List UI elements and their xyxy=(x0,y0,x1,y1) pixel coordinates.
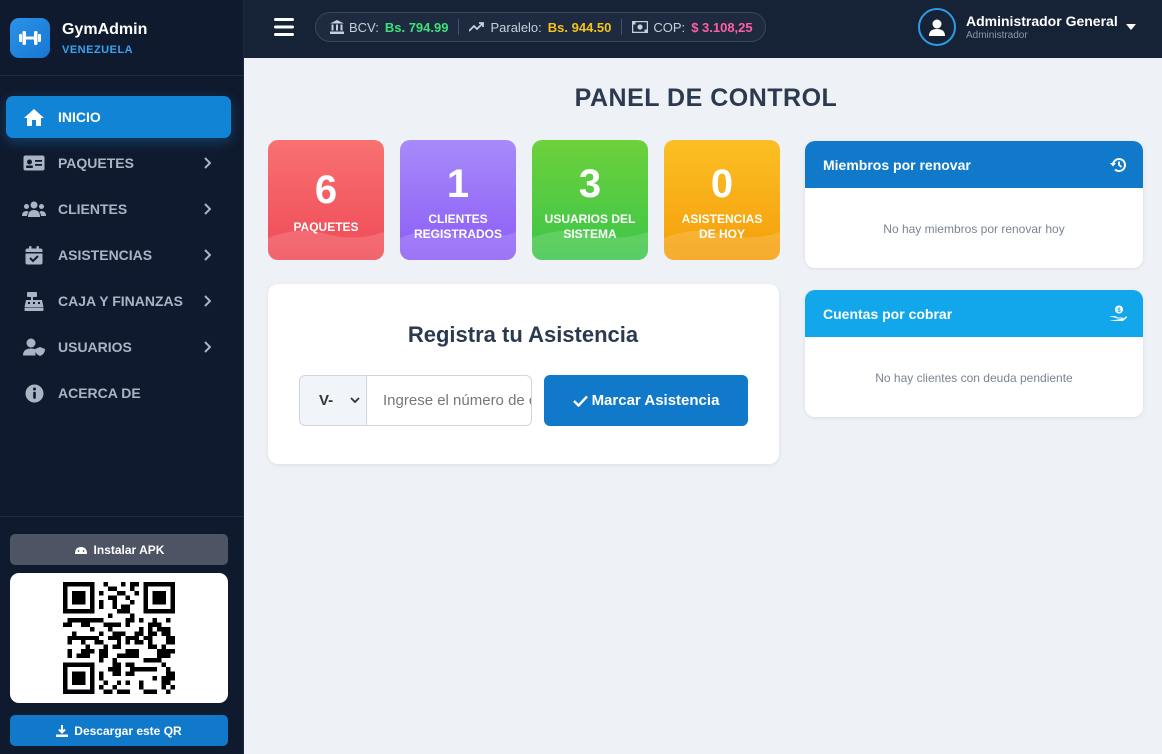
chevron-right-icon xyxy=(204,157,211,169)
trend-up-icon xyxy=(469,22,485,32)
qr-code-image xyxy=(63,582,175,694)
rate-paralelo: Paralelo: Bs. 944.50 xyxy=(469,20,611,35)
chevron-down-icon xyxy=(350,397,360,404)
sidebar-item-caja-finanzas[interactable]: CAJA Y FINANZAS xyxy=(6,280,231,322)
divider xyxy=(621,19,623,35)
calendar-check-icon xyxy=(22,245,46,265)
sidebar-item-label: INICIO xyxy=(58,109,101,125)
users-icon xyxy=(22,199,46,219)
sidebar-footer: Instalar APK Descargar este QR xyxy=(0,516,244,746)
download-icon xyxy=(56,724,69,737)
bank-icon xyxy=(330,20,344,34)
page-title: PANEL DE CONTROL xyxy=(574,84,838,112)
renew-members-panel: Miembros por renovar No hay miembros por… xyxy=(805,141,1143,268)
history-icon xyxy=(1110,157,1126,172)
rate-cop: COP: $ 3.108,25 xyxy=(632,19,753,35)
chevron-right-icon xyxy=(204,249,211,261)
user-icon xyxy=(929,19,945,36)
stat-card-clientes[interactable]: 1 CLIENTES REGISTRADOS xyxy=(400,140,516,260)
id-number-input[interactable] xyxy=(366,375,532,426)
sidebar-item-clientes[interactable]: CLIENTES xyxy=(6,188,231,230)
rate-label: Paralelo: xyxy=(490,19,542,35)
sidebar-item-label: ASISTENCIAS xyxy=(58,247,153,263)
brand[interactable]: GymAdmin VENEZUELA xyxy=(0,0,243,76)
rate-value: Bs. 794.99 xyxy=(384,19,449,35)
topbar: BCV: Bs. 794.99 Paralelo: Bs. 944.50 COP… xyxy=(244,0,1162,58)
user-role: Administrador xyxy=(966,30,1028,41)
cash-register-icon xyxy=(22,291,46,311)
sidebar-item-paquetes[interactable]: PAQUETES xyxy=(6,142,231,184)
empty-message: No hay clientes con deuda pendiente xyxy=(875,371,1073,385)
id-card-icon xyxy=(22,153,46,173)
sidebar-item-label: PAQUETES xyxy=(58,155,134,171)
chevron-right-icon xyxy=(204,295,211,307)
install-apk-label: Instalar APK xyxy=(93,542,165,557)
exchange-rates-bar: BCV: Bs. 794.99 Paralelo: Bs. 944.50 COP… xyxy=(315,12,766,42)
user-menu[interactable]: Administrador General Administrador xyxy=(918,8,1136,46)
hand-holding-dollar-icon: $ xyxy=(1109,305,1127,321)
qr-code xyxy=(10,573,228,703)
accounts-receivable-panel: Cuentas por cobrar $ No hay clientes con… xyxy=(805,290,1143,417)
mark-attendance-button[interactable]: Marcar Asistencia xyxy=(544,375,748,426)
sidebar-item-label: CAJA Y FINANZAS xyxy=(58,293,183,309)
divider xyxy=(458,19,460,35)
sidebar: GymAdmin VENEZUELA INICIO PAQUETES CLIEN… xyxy=(0,0,244,754)
panel-title: Miembros por renovar xyxy=(823,156,971,173)
stat-value: 0 xyxy=(710,162,734,206)
stat-label: PAQUETES xyxy=(293,220,359,234)
mark-attendance-label: Marcar Asistencia xyxy=(591,392,720,409)
check-icon xyxy=(572,395,588,407)
install-apk-button[interactable]: Instalar APK xyxy=(10,534,228,565)
hamburger-menu-icon[interactable] xyxy=(274,18,294,36)
home-icon xyxy=(22,107,46,127)
document-type-value: V- xyxy=(319,392,334,409)
sidebar-item-inicio[interactable]: INICIO xyxy=(6,96,231,138)
rate-bcv: BCV: Bs. 794.99 xyxy=(330,20,448,35)
info-icon xyxy=(22,383,46,403)
panel-header: Miembros por renovar xyxy=(805,141,1143,188)
stat-label: ASISTENCIAS DE HOY xyxy=(681,212,763,241)
brand-subtitle: VENEZUELA xyxy=(62,43,134,56)
sidebar-nav: INICIO PAQUETES CLIENTES ASISTENCIAS CAJ… xyxy=(0,76,243,414)
document-type-select[interactable]: V- xyxy=(299,375,367,426)
stat-card-usuarios[interactable]: 3 USUARIOS DEL SISTEMA xyxy=(532,140,648,260)
rate-label: BCV: xyxy=(349,19,379,35)
sidebar-item-asistencias[interactable]: ASISTENCIAS xyxy=(6,234,231,276)
stat-label: CLIENTES REGISTRADOS xyxy=(413,212,502,241)
empty-message: No hay miembros por renovar hoy xyxy=(883,222,1065,236)
android-icon xyxy=(74,547,87,554)
stat-value: 6 xyxy=(314,168,338,212)
stat-label: USUARIOS DEL SISTEMA xyxy=(544,212,636,241)
download-qr-button[interactable]: Descargar este QR xyxy=(10,715,228,746)
money-bill-icon xyxy=(632,21,649,33)
attendance-card: Registra tu Asistencia V- Marcar Asisten… xyxy=(268,284,779,464)
dumbbell-icon xyxy=(10,17,50,58)
panel-header: Cuentas por cobrar $ xyxy=(805,290,1143,337)
stat-value: 1 xyxy=(446,162,470,206)
rate-value: Bs. 944.50 xyxy=(547,19,612,35)
stat-value: 3 xyxy=(578,162,602,206)
user-name: Administrador General xyxy=(966,13,1118,29)
stat-card-asistencias[interactable]: 0 ASISTENCIAS DE HOY xyxy=(664,140,780,260)
chevron-right-icon xyxy=(204,341,211,353)
download-qr-label: Descargar este QR xyxy=(74,723,182,738)
sidebar-item-label: USUARIOS xyxy=(58,339,132,355)
panel-title: Cuentas por cobrar xyxy=(823,305,953,322)
sidebar-item-acerca-de[interactable]: ACERCA DE xyxy=(6,372,231,414)
rate-value: $ 3.108,25 xyxy=(691,19,753,35)
sidebar-item-label: ACERCA DE xyxy=(58,385,141,401)
caret-down-icon[interactable] xyxy=(1126,24,1136,30)
brand-name: GymAdmin xyxy=(62,20,148,38)
attendance-title: Registra tu Asistencia xyxy=(407,322,639,347)
user-shield-icon xyxy=(22,337,46,357)
sidebar-item-label: CLIENTES xyxy=(58,201,128,217)
sidebar-item-usuarios[interactable]: USUARIOS xyxy=(6,326,231,368)
avatar xyxy=(918,8,956,46)
stat-card-paquetes[interactable]: 6 PAQUETES xyxy=(268,140,384,260)
rate-label: COP: xyxy=(653,19,686,35)
chevron-right-icon xyxy=(204,203,211,215)
